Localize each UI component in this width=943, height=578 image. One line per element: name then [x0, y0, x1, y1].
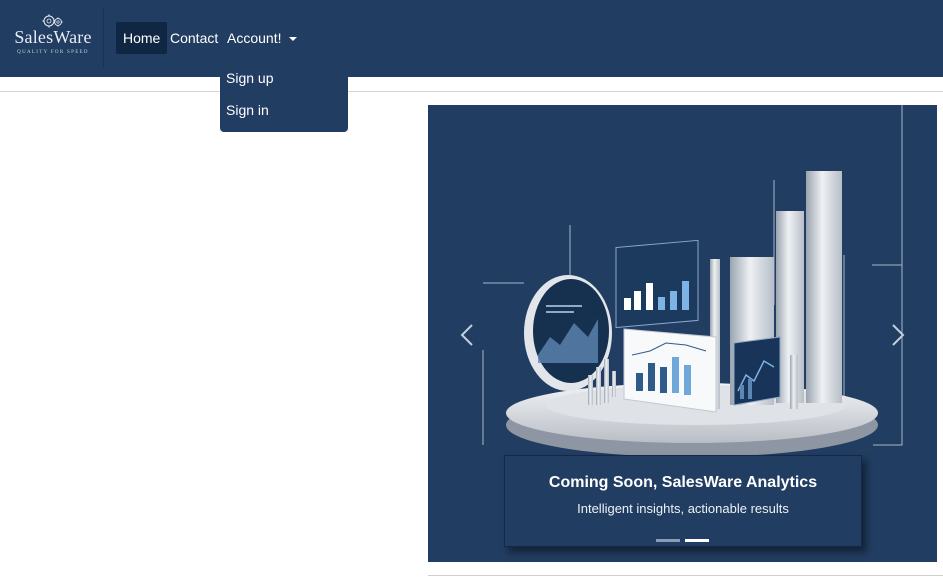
nav-account-label: Account! [227, 30, 282, 46]
carousel-indicator-2-active[interactable] [685, 539, 709, 542]
carousel-caption: Coming Soon, SalesWare Analytics Intelli… [504, 455, 862, 547]
caption-subtitle: Intelligent insights, actionable results [577, 501, 789, 516]
caption-title: Coming Soon, SalesWare Analytics [548, 474, 818, 491]
hero-carousel: Coming Soon, SalesWare Analytics Intelli… [428, 105, 937, 562]
brand-name: SalesWare [14, 27, 92, 47]
account-dropdown-menu: Sign up Sign in [220, 62, 348, 132]
dropdown-item-sign-up[interactable]: Sign up [220, 64, 348, 92]
caret-down-icon [289, 37, 298, 41]
brand-logo[interactable]: SalesWare QUALITY FOR SPEED [10, 10, 96, 66]
carousel-indicator-1[interactable] [656, 539, 680, 542]
nav-contact-link[interactable]: Contact [163, 22, 225, 54]
carousel-next-button[interactable] [883, 310, 913, 360]
divider-line [0, 91, 943, 92]
dropdown-item-sign-in[interactable]: Sign in [220, 96, 348, 124]
divider-line-bottom [428, 575, 943, 576]
carousel-prev-button[interactable] [452, 310, 482, 360]
chevron-left-icon [460, 324, 473, 346]
brand-tagline: QUALITY FOR SPEED [17, 50, 89, 55]
nav-divider [103, 8, 104, 68]
nav-home-link[interactable]: Home [116, 22, 168, 54]
top-navbar: SalesWare QUALITY FOR SPEED Home Contact… [0, 0, 943, 77]
nav-account-dropdown-toggle[interactable]: Account! [220, 22, 304, 54]
chevron-right-icon [892, 324, 905, 346]
